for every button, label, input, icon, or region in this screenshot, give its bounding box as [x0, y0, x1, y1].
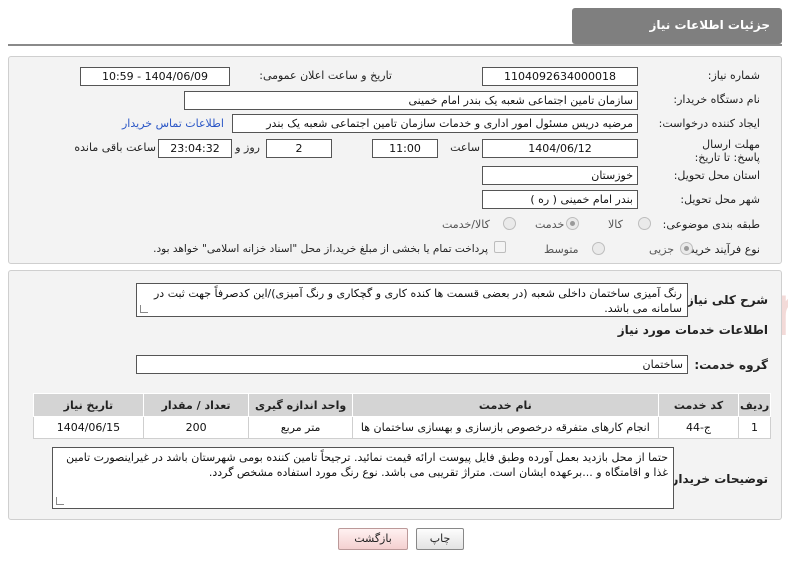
announce-datetime-field: 1404/06/09 - 10:59 — [80, 67, 230, 86]
back-button[interactable]: بازگشت — [338, 528, 408, 550]
summary-label: شرح کلی نیاز: — [682, 293, 768, 307]
page-title-tab: جزئیات اطلاعات نیاز — [572, 8, 782, 44]
process-radio-medium[interactable] — [592, 242, 605, 255]
city-field: بندر امام خمینی ( ره ) — [482, 190, 638, 209]
cell-row-number: 1 — [738, 416, 771, 439]
deadline-time-field: 11:00 — [372, 139, 438, 158]
buyer-contact-link[interactable]: اطلاعات تماس خریدار — [122, 117, 224, 130]
deadline-time-label: ساعت — [450, 141, 480, 154]
notes-resize-handle[interactable] — [56, 497, 64, 505]
table-header-row: ردیف کد خدمت نام خدمت واحد اندازه گیری ت… — [33, 393, 771, 417]
cell-quantity: 200 — [142, 416, 250, 439]
remaining-time-label: ساعت باقی مانده — [74, 141, 156, 154]
need-number-field: 1104092634000018 — [482, 67, 638, 86]
need-info-panel — [8, 56, 782, 264]
category-option-goods-service: کالا/خدمت — [442, 218, 490, 231]
remaining-days-field: 2 — [266, 139, 332, 158]
province-field: خوزستان — [482, 166, 638, 185]
need-number-label: شماره نیاز: — [707, 69, 760, 82]
buyer-notes-textarea: حتما از محل بازدید بعمل آورده وطبق فایل … — [52, 447, 674, 509]
requester-field: مرضیه دریس مسئول امور اداری و خدمات سازم… — [232, 114, 638, 133]
cell-unit: متر مربع — [248, 416, 353, 439]
province-label: استان محل تحویل: — [673, 169, 760, 182]
col-service-name: نام خدمت — [351, 393, 659, 417]
summary-textarea: رنگ آمیزی ساختمان داخلی شعبه (در بعضی قس… — [136, 283, 688, 317]
category-option-goods: کالا — [608, 218, 623, 231]
services-table: ردیف کد خدمت نام خدمت واحد اندازه گیری ت… — [33, 393, 771, 439]
cell-service-code: ج-44 — [657, 416, 740, 439]
service-group-label: گروه خدمت: — [694, 358, 768, 372]
process-option-medium: متوسط — [544, 243, 579, 256]
print-button[interactable]: چاپ — [416, 528, 464, 550]
remaining-time-field: 23:04:32 — [158, 139, 232, 158]
buyer-notes-label: توضیحات خریدار: — [666, 472, 768, 486]
city-label: شهر محل تحویل: — [680, 193, 760, 206]
col-need-date: تاریخ نیاز — [33, 393, 144, 417]
category-label: طبقه بندی موضوعی: — [662, 218, 760, 231]
buyer-org-field: سازمان تامین اجتماعی شعبه یک بندر امام خ… — [184, 91, 638, 110]
deadline-label: مهلت ارسال پاسخ: تا تاریخ: — [694, 138, 760, 164]
deadline-date-field: 1404/06/12 — [482, 139, 638, 158]
col-service-code: کد خدمت — [657, 393, 740, 417]
col-unit: واحد اندازه گیری — [248, 393, 353, 417]
days-label: روز و — [235, 141, 260, 154]
category-radio-service[interactable] — [566, 217, 579, 230]
treasury-payment-note: پرداخت تمام یا بخشی از مبلغ خرید،از محل … — [153, 243, 488, 255]
category-option-service: خدمت — [535, 218, 565, 231]
buyer-org-label: نام دستگاه خریدار: — [673, 93, 760, 106]
services-section-title: اطلاعات خدمات مورد نیاز — [617, 323, 768, 337]
cell-service-name: انجام کارهای متفرقه درخصوص بازسازی و بهس… — [351, 416, 659, 439]
cell-need-date: 1404/06/15 — [33, 416, 144, 439]
purchase-process-label: نوع فرآیند خرید : — [682, 243, 760, 256]
col-quantity: تعداد / مقدار — [142, 393, 250, 417]
treasury-payment-checkbox[interactable] — [494, 241, 506, 253]
summary-resize-handle[interactable] — [140, 305, 148, 313]
header-divider — [8, 44, 782, 46]
requester-label: ایجاد کننده درخواست: — [658, 117, 760, 130]
category-radio-goods-service[interactable] — [503, 217, 516, 230]
announce-datetime-label: تاریخ و ساعت اعلان عمومی: — [259, 69, 392, 82]
col-row-number: ردیف — [738, 393, 771, 417]
category-radio-goods[interactable] — [638, 217, 651, 230]
service-group-field: ساختمان — [136, 355, 688, 374]
process-radio-minor[interactable] — [680, 242, 693, 255]
process-option-minor: جزیی — [649, 243, 675, 256]
table-row: 1 ج-44 انجام کارهای متفرقه درخصوص بازساز… — [33, 416, 771, 439]
